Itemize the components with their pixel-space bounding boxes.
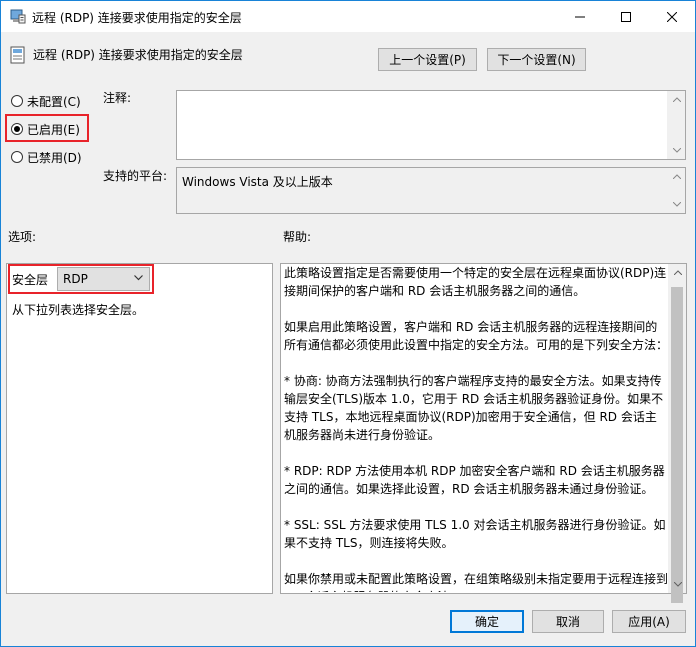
platform-label: 支持的平台: xyxy=(103,169,168,183)
minimize-icon xyxy=(575,16,585,17)
help-paragraph: 如果你禁用或未配置此策略设置，在组策略级别未指定要用于远程连接到 RD 会话主机… xyxy=(284,572,668,592)
security-layer-highlight-box xyxy=(8,264,154,294)
setting-title: 远程 (RDP) 连接要求使用指定的安全层 xyxy=(33,48,243,62)
radio-label: 已禁用(D) xyxy=(27,150,82,165)
help-paragraph: 此策略设置指定是否需要使用一个特定的安全层在远程桌面协议(RDP)连接期间保护的… xyxy=(284,266,667,298)
scroll-down-arrow[interactable] xyxy=(668,142,685,159)
chevron-down-icon xyxy=(672,202,681,207)
minimize-button[interactable] xyxy=(557,1,603,32)
maximize-icon xyxy=(621,11,631,22)
chevron-up-icon xyxy=(673,270,682,275)
options-hint: 从下拉列表选择安全层。 xyxy=(12,303,145,317)
enabled-highlight-box xyxy=(5,114,89,142)
comment-textarea[interactable] xyxy=(176,90,686,160)
next-setting-button[interactable]: 下一个设置(N) xyxy=(487,48,586,71)
help-text: 此策略设置指定是否需要使用一个特定的安全层在远程桌面协议(RDP)连接期间保护的… xyxy=(284,264,668,592)
platform-scrollbar[interactable] xyxy=(667,168,685,213)
chevron-up-icon xyxy=(672,97,681,102)
scroll-up-arrow[interactable] xyxy=(668,91,685,108)
maximize-button[interactable] xyxy=(603,1,649,32)
help-paragraph: * SSL: SSL 方法要求使用 TLS 1.0 对会话主机服务器进行身份验证… xyxy=(284,518,666,550)
radio-indicator xyxy=(11,151,23,163)
help-paragraph: * RDP: RDP 方法使用本机 RDP 加密安全客户端和 RD 会话主机服务… xyxy=(284,464,665,496)
scroll-up-arrow[interactable] xyxy=(668,168,685,185)
radio-not-configured[interactable]: 未配置(C) xyxy=(11,92,81,110)
chevron-up-icon xyxy=(672,174,681,179)
radio-disabled[interactable]: 已禁用(D) xyxy=(11,148,82,166)
policy-icon xyxy=(10,9,26,24)
help-paragraph: 如果启用此策略设置，客户端和 RD 会话主机服务器的远程连接期间的所有通信都必须… xyxy=(284,320,668,352)
help-label: 帮助: xyxy=(283,230,312,244)
chevron-down-icon xyxy=(673,582,682,587)
comment-label: 注释: xyxy=(103,91,132,105)
title-bar[interactable]: 远程 (RDP) 连接要求使用指定的安全层 xyxy=(1,1,695,32)
ok-button[interactable]: 确定 xyxy=(450,610,524,633)
help-paragraph: * 协商: 协商方法强制执行的客户端程序支持的最安全方法。如果支持传输层安全(T… xyxy=(284,374,664,442)
options-label: 选项: xyxy=(8,230,37,244)
radio-label: 未配置(C) xyxy=(27,94,81,109)
policy-dialog: 远程 (RDP) 连接要求使用指定的安全层 远程 (RDP) 连接要求使用指定的… xyxy=(0,0,696,647)
previous-setting-button[interactable]: 上一个设置(P) xyxy=(378,48,477,71)
help-scroll-thumb[interactable] xyxy=(671,287,683,603)
close-button[interactable] xyxy=(649,1,695,32)
window-title: 远程 (RDP) 连接要求使用指定的安全层 xyxy=(32,11,242,25)
comment-scrollbar[interactable] xyxy=(667,91,685,159)
policy-setting-icon xyxy=(10,46,25,64)
scroll-up-arrow[interactable] xyxy=(669,264,686,281)
platform-value: Windows Vista 及以上版本 xyxy=(182,175,333,189)
close-icon xyxy=(667,11,677,22)
platform-field: Windows Vista 及以上版本 xyxy=(176,167,686,214)
radio-indicator xyxy=(11,95,23,107)
help-scrollbar[interactable] xyxy=(668,264,686,603)
cancel-button[interactable]: 取消 xyxy=(532,610,604,633)
scroll-down-arrow[interactable] xyxy=(668,196,685,213)
apply-button[interactable]: 应用(A) xyxy=(612,610,686,633)
chevron-down-icon xyxy=(672,148,681,153)
scroll-down-arrow[interactable] xyxy=(669,576,686,593)
